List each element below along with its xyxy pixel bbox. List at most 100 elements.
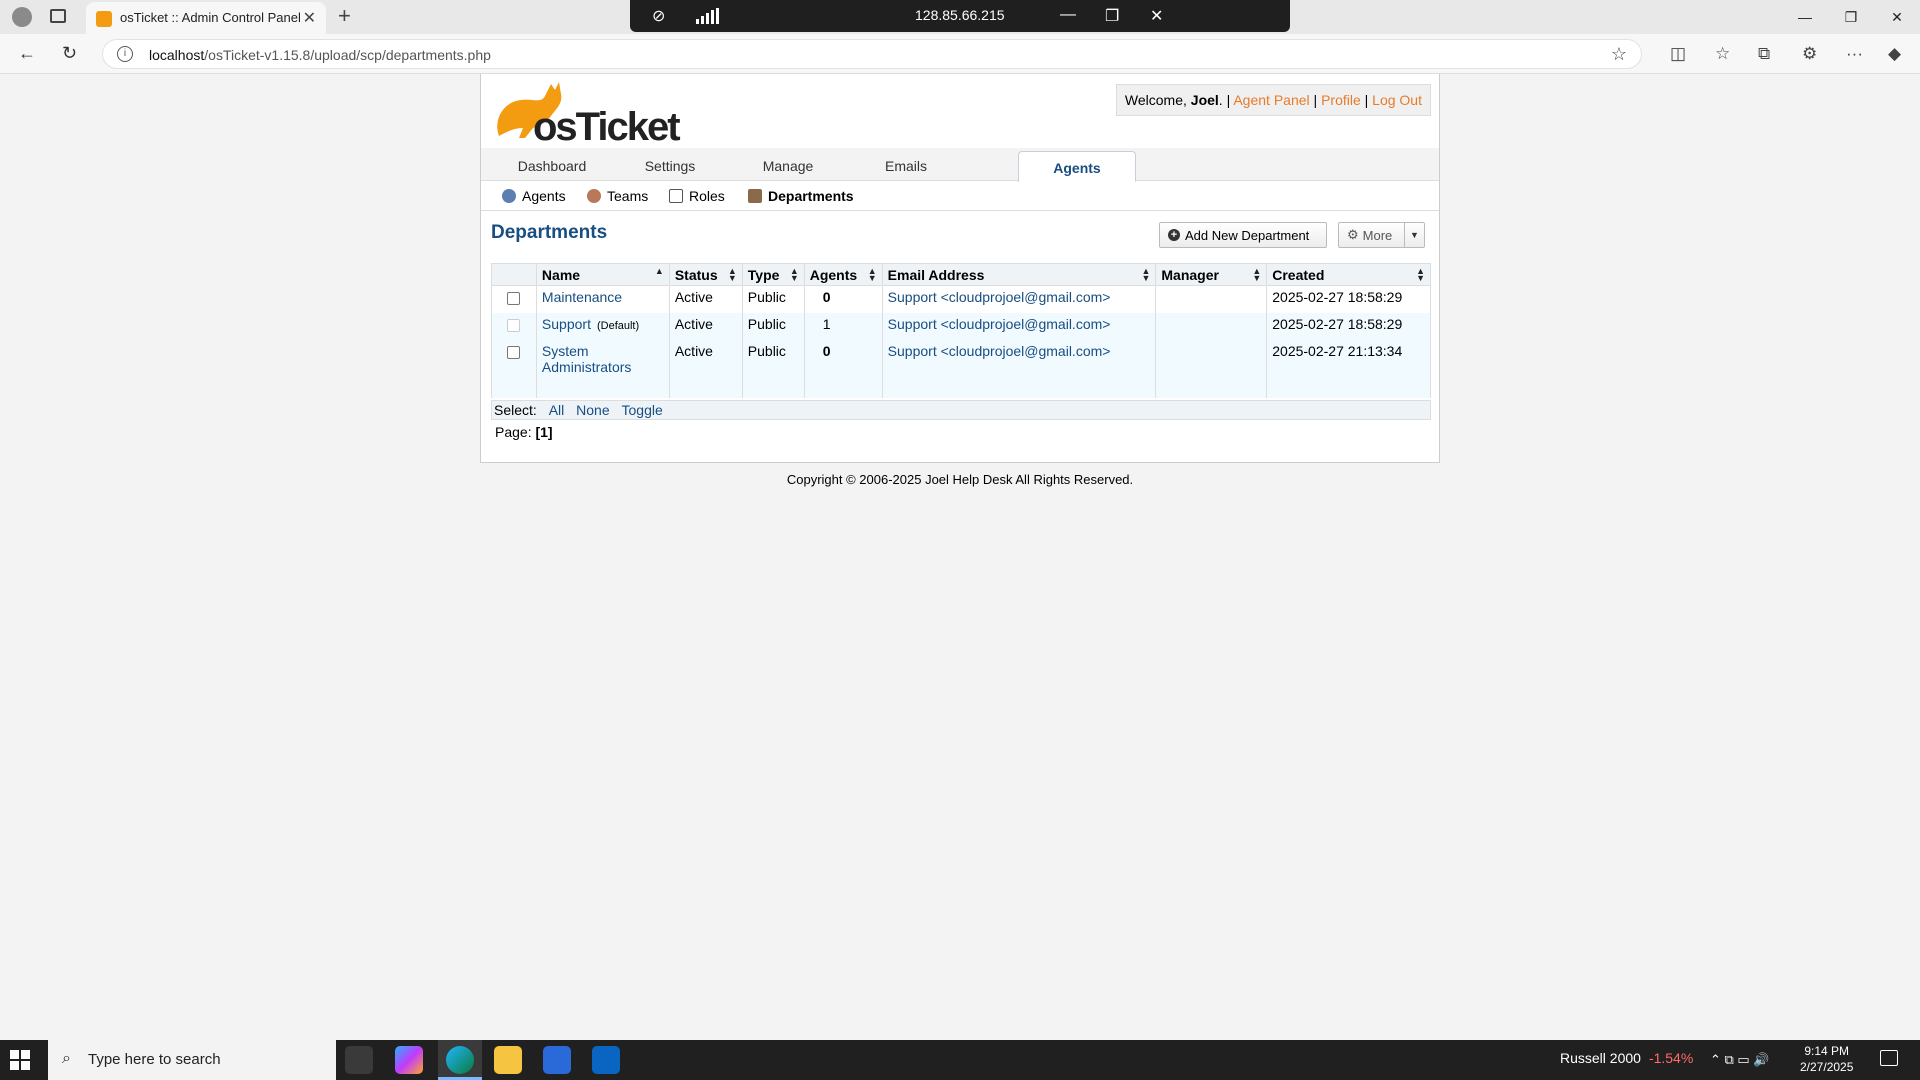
column-header-name[interactable]: Name ▲ [535,263,670,286]
remote-ip: 128.85.66.215 [915,7,1005,23]
page-title: Departments [491,222,608,243]
restore-icon[interactable]: ❐ [1105,6,1119,26]
subnav-teams[interactable]: Teams [587,188,648,204]
email-link[interactable]: Support <cloudprojoel@gmail.com> [888,343,1111,359]
table-header-row: Name ▲ Status ▲ ▼ Type ▲ ▼ Agents ▲ ▼ Email Add… [491,263,1431,286]
tab-manage[interactable]: Manage [729,148,847,181]
type-cell: Public [741,339,805,398]
address-bar-row: ← ↻ i localhost/osTicket-v1.15.8/upload/… [0,34,1920,74]
column-header-agents[interactable]: Agents ▲ ▼ [803,263,883,286]
departments-table: Name ▲ Status ▲ ▼ Type ▲ ▼ Agents ▲ ▼ Email Add… [491,263,1431,398]
clock[interactable]: 9:14 PM 2/27/2025 [1800,1043,1853,1075]
file-explorer-icon[interactable] [494,1046,522,1074]
copyright: Copyright © 2006-2025 Joel Help Desk All… [786,472,1134,487]
subnav-departments[interactable]: Departments [748,188,854,204]
menu-icon[interactable]: ··· [1846,44,1863,64]
extensions-icon[interactable]: ⚙ [1802,44,1817,64]
split-screen-icon[interactable]: ◫ [1670,44,1686,64]
tab-actions-icon[interactable] [50,9,66,23]
url-input[interactable]: i localhost/osTicket-v1.15.8/upload/scp/… [102,39,1642,69]
main-nav: Dashboard Settings Manage Emails Agents [481,148,1439,182]
sort-icon: ▲ ▼ [1141,266,1151,283]
svg-text:osTicket: osTicket [533,105,680,144]
window-restore-icon[interactable]: ❐ [1828,0,1874,34]
welcome-prefix: Welcome, [1124,92,1191,108]
current-page: [1] [535,424,553,440]
roles-list-icon [669,189,683,203]
favorites-icon[interactable]: ☆ [1715,44,1730,64]
collections-icon[interactable]: ⧉ [1758,44,1770,64]
close-icon[interactable]: ✕ [1150,6,1163,26]
column-header-created[interactable]: Created ▲ ▼ [1266,263,1431,286]
refresh-icon[interactable]: ↻ [62,43,77,64]
copilot-app-icon[interactable] [395,1046,423,1074]
new-tab-icon[interactable]: + [338,3,351,29]
stock-ticker[interactable]: Russell 2000 -1.54% [1560,1050,1693,1066]
email-link[interactable]: Support <cloudprojoel@gmail.com> [888,316,1111,332]
more-button[interactable]: ⚙ More ▼ [1338,222,1425,248]
sort-icon: ▲ ▼ [789,266,799,283]
department-name-link[interactable]: Support [542,316,591,332]
email-link[interactable]: Support <cloudprojoel@gmail.com> [888,289,1111,305]
agent-panel-link[interactable]: Agent Panel [1233,92,1309,108]
favorite-star-icon[interactable]: ☆ [1611,44,1627,65]
site-info-icon[interactable]: i [117,46,133,62]
page-viewport: osTicket Welcome, Joel. | Agent Panel | … [0,74,1920,1040]
status-cell: Active [668,312,743,340]
profile-icon[interactable] [12,7,32,27]
chevron-down-icon[interactable]: ▼ [1404,223,1424,247]
row-checkbox[interactable] [507,292,521,305]
taskbar-search-input[interactable]: ⌕ Type here to search [48,1040,336,1080]
edge-icon[interactable] [446,1046,474,1074]
table-row: System Administrators Active Public 0 Su… [491,339,1431,398]
column-header-type[interactable]: Type ▲ ▼ [741,263,805,286]
window-minimize-icon[interactable]: — [1782,0,1828,34]
tab-dashboard[interactable]: Dashboard [493,148,611,181]
copilot-icon[interactable]: ◆ [1888,44,1901,64]
back-icon[interactable]: ← [18,43,36,64]
task-view-icon[interactable] [345,1046,373,1074]
select-none-link[interactable]: None [576,402,609,418]
window-close-icon[interactable]: ✕ [1874,0,1920,34]
select-toggle-link[interactable]: Toggle [622,402,663,418]
select-all-link[interactable]: All [549,402,565,418]
pin-off-icon[interactable]: ⊘ [652,6,665,26]
department-icon [748,189,762,203]
logout-link[interactable]: Log Out [1372,92,1422,108]
osticket-logo[interactable]: osTicket [489,78,689,144]
manager-cell [1155,312,1268,340]
close-tab-icon[interactable]: ✕ [303,8,316,28]
favicon-icon [96,11,112,27]
subnav-agents[interactable]: Agents [502,188,566,204]
store-icon[interactable] [543,1046,571,1074]
subnav-roles[interactable]: Roles [669,188,725,204]
row-checkbox[interactable] [507,345,521,359]
created-cell: 2025-02-27 21:13:34 [1266,339,1431,398]
remote-session-bar: ⊘ 128.85.66.215 — ❐ ✕ [630,0,1290,32]
tab-settings[interactable]: Settings [611,148,729,181]
table-row: Support (Default) Active Public 1 Support… [491,312,1431,340]
minimize-icon[interactable]: — [1060,6,1076,24]
system-tray-icons[interactable]: ⌃ ⧉ ▭ 🔊 [1710,1052,1769,1068]
select-bar: Select: All None Toggle [491,400,1431,420]
table-row: Maintenance Active Public 0 Support <clo… [491,285,1431,313]
page-container: osTicket Welcome, Joel. | Agent Panel | … [480,74,1440,463]
gear-icon: ⚙ [1347,227,1359,242]
department-name-link[interactable]: Maintenance [542,289,622,305]
add-department-button[interactable]: + Add New Department [1159,222,1327,248]
notification-icon[interactable] [1880,1050,1898,1066]
browser-tab[interactable]: osTicket :: Admin Control Panel ✕ [86,2,326,34]
tab-agents[interactable]: Agents [1018,151,1136,182]
column-header-status[interactable]: Status ▲ ▼ [668,263,743,286]
department-name-link[interactable]: System Administrators [542,343,631,375]
header: osTicket Welcome, Joel. | Agent Panel | … [481,74,1439,148]
column-header-manager[interactable]: Manager ▲ ▼ [1155,263,1268,286]
column-header-email[interactable]: Email Address ▲ ▼ [881,263,1157,286]
tab-emails[interactable]: Emails [847,148,965,181]
sort-icon: ▲ ▼ [727,266,737,283]
start-icon[interactable] [10,1050,30,1070]
search-icon: ⌕ [62,1050,71,1067]
url-text: localhost/osTicket-v1.15.8/upload/scp/de… [149,47,491,63]
outlook-icon[interactable] [592,1046,620,1074]
profile-link[interactable]: Profile [1321,92,1361,108]
